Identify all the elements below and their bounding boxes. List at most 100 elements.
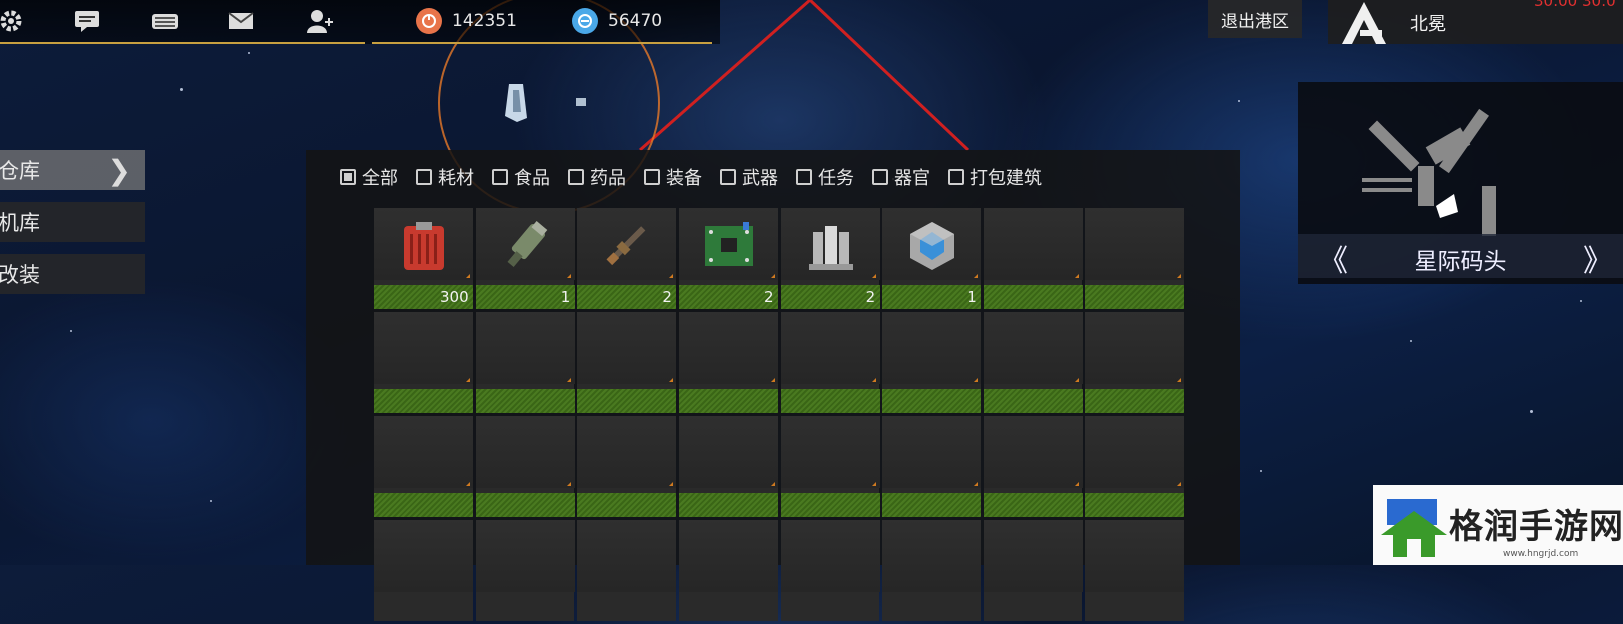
inventory-row [374,416,1185,517]
metal-plates-icon [808,226,853,270]
red-canister-icon [404,222,444,270]
rifle-icon [606,226,646,266]
gear-icon[interactable] [0,6,28,36]
orange-coin-icon [416,8,442,34]
exit-port-button[interactable]: 退出港区 [1208,0,1302,38]
inventory-slot[interactable] [1085,312,1185,413]
filter-all[interactable]: 全部 [340,164,398,190]
item-count: 2 [865,288,876,306]
inventory-grid: 300 1 2 2 2 1 [374,208,1185,624]
menu-item-warehouse[interactable]: 仓库 ❯ [0,150,145,190]
gatling-gun-icon [507,220,547,267]
checkbox-icon[interactable] [796,169,812,185]
add-friend-icon[interactable] [302,6,336,36]
checkbox-icon[interactable] [872,169,888,185]
inventory-slot[interactable] [882,416,982,517]
location-name: 北冕 [1410,14,1446,35]
inventory-slot[interactable] [983,208,1083,309]
station-label: 星际码头 [1414,249,1507,275]
filter-label: 耗材 [438,168,474,189]
inventory-slot[interactable] [678,520,778,621]
inventory-slot[interactable] [1085,520,1185,621]
inventory-slot[interactable]: 300 [374,208,473,309]
filter-label: 食品 [514,168,550,189]
keyboard-icon[interactable] [148,6,182,36]
next-station-button[interactable]: 》 [1583,236,1613,280]
inventory-slot[interactable] [780,520,880,621]
inventory-slot[interactable] [475,520,575,621]
item-count: 2 [763,288,774,306]
filter-equipment[interactable]: 装备 [644,164,702,190]
credit-resource: 56470 [572,6,662,36]
inventory-slot[interactable] [374,312,473,413]
menu-label: 仓库 [0,159,40,183]
station-map-panel: 《 星际码头 》 [1298,82,1623,284]
small-drone [576,98,586,106]
top-bar: 142351 56470 [0,0,720,44]
item-count: 1 [560,288,571,306]
house-logo-icon [1381,499,1447,557]
credit-value: 56470 [608,11,663,31]
station-nav-bar: 《 星际码头 》 [1298,234,1623,280]
item-count: 300 [439,288,469,306]
filter-weapons[interactable]: 武器 [720,164,778,190]
filter-label: 药品 [590,168,626,189]
filter-label: 器官 [894,168,930,189]
filter-label: 全部 [362,168,398,189]
inventory-slot[interactable]: 1 [475,208,575,309]
menu-item-hangar[interactable]: 机库 [0,202,145,242]
filter-food[interactable]: 食品 [492,164,550,190]
checkbox-icon[interactable] [340,169,356,185]
menu-label: 改装 [0,263,40,287]
checkbox-icon[interactable] [416,169,432,185]
inventory-slot[interactable] [780,312,880,413]
inventory-slot[interactable] [374,416,473,517]
inventory-slot[interactable] [1085,208,1185,309]
inventory-slot[interactable]: 2 [780,208,880,309]
inventory-slot[interactable] [475,416,575,517]
inventory-slot[interactable] [577,312,677,413]
faction-logo-icon [1342,2,1386,44]
filter-consumables[interactable]: 耗材 [416,164,474,190]
inventory-slot[interactable] [678,416,778,517]
inventory-slot[interactable] [983,312,1083,413]
chevron-right-icon: ❯ [107,154,131,187]
menu-item-modify[interactable]: 改装 [0,254,145,294]
watermark-brand: 格润手游网 [1449,507,1623,547]
mail-icon[interactable] [224,6,258,36]
exit-port-label: 退出港区 [1221,11,1289,32]
inventory-slot[interactable]: 2 [678,208,778,309]
filter-organs[interactable]: 器官 [872,164,930,190]
filter-quest[interactable]: 任务 [796,164,854,190]
filter-label: 装备 [666,168,702,189]
item-count: 2 [662,288,672,306]
inventory-slot[interactable]: 2 [577,208,677,309]
inventory-slot[interactable] [1085,416,1185,517]
inventory-slot[interactable] [678,312,778,413]
inventory-slot[interactable] [983,520,1083,621]
chat-icon[interactable] [70,6,104,36]
coin-value: 142351 [452,11,517,31]
watermark: 格润手游网 www.hngrjd.com [1373,485,1623,565]
inventory-slot[interactable] [882,312,982,413]
inventory-slot[interactable]: 1 [882,208,982,309]
filter-packed-buildings[interactable]: 打包建筑 [948,164,1042,190]
checkbox-icon[interactable] [948,169,964,185]
blue-credit-icon [572,8,598,34]
inventory-slot[interactable] [577,520,677,621]
filter-label: 武器 [742,168,778,189]
checkbox-icon[interactable] [568,169,584,185]
inventory-row [374,520,1185,621]
inventory-row [374,312,1185,413]
checkbox-icon[interactable] [492,169,508,185]
inventory-slot[interactable] [983,416,1083,517]
player-ship[interactable] [503,82,529,122]
inventory-slot[interactable] [475,312,575,413]
filter-medicine[interactable]: 药品 [568,164,626,190]
inventory-slot[interactable] [374,520,473,621]
checkbox-icon[interactable] [644,169,660,185]
inventory-slot[interactable] [577,416,677,517]
checkbox-icon[interactable] [720,169,736,185]
inventory-slot[interactable] [882,520,982,621]
inventory-slot[interactable] [780,416,880,517]
